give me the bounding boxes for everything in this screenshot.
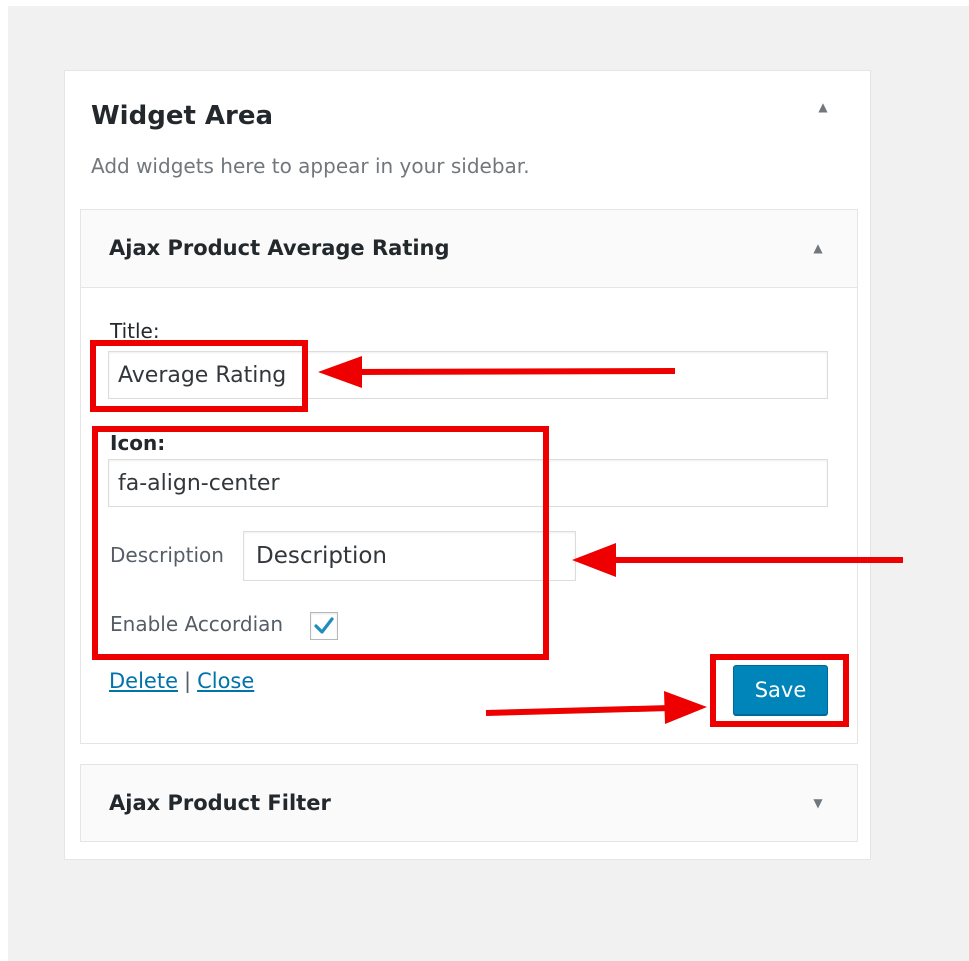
widget-area-title: Widget Area (91, 101, 274, 131)
link-separator: | (184, 669, 192, 693)
close-link[interactable]: Close (197, 669, 254, 693)
filter-widget: Ajax Product Filter ▼ (80, 764, 858, 842)
rating-widget-header[interactable]: Ajax Product Average Rating ▲ (81, 210, 857, 288)
save-highlight-box (710, 654, 849, 727)
filter-widget-header[interactable]: Ajax Product Filter ▼ (81, 765, 857, 841)
rating-widget-collapse-icon[interactable]: ▲ (807, 237, 829, 259)
fields-highlight-box (92, 426, 549, 660)
delete-link[interactable]: Delete (109, 669, 178, 693)
widget-area-collapse-icon[interactable]: ▲ (812, 96, 834, 118)
filter-widget-expand-icon[interactable]: ▼ (807, 792, 829, 814)
widget-area-description: Add widgets here to appear in your sideb… (91, 154, 530, 178)
filter-widget-title: Ajax Product Filter (109, 791, 331, 815)
widget-control-links: Delete | Close (109, 667, 254, 695)
rating-widget-title: Ajax Product Average Rating (109, 236, 450, 260)
title-highlight-box (90, 340, 308, 412)
